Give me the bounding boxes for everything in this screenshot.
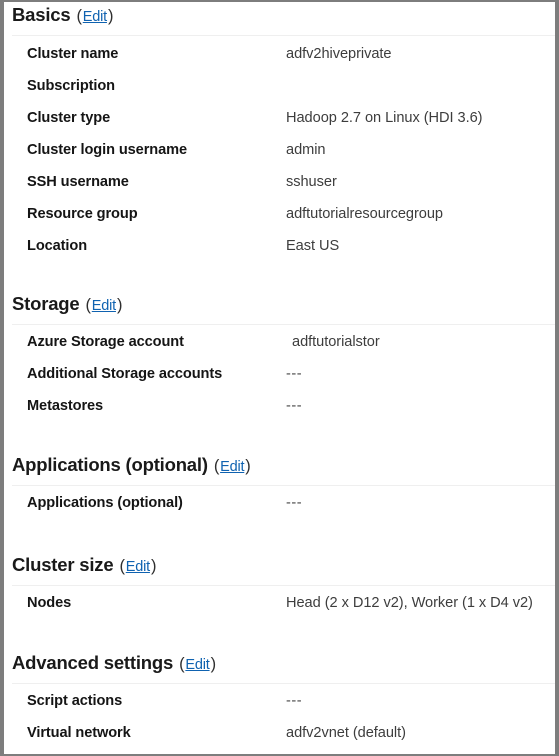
section-divider-applications — [12, 485, 555, 486]
edit-group-storage: (Edit) — [85, 296, 122, 315]
row-value: adfv2hiveprivate — [286, 46, 392, 62]
section-title-applications: Applications (optional) — [12, 454, 208, 475]
table-row: Cluster type Hadoop 2.7 on Linux (HDI 3.… — [4, 110, 555, 142]
section-applications: Applications (optional) (Edit) Applicati… — [4, 454, 555, 527]
close-paren: ) — [107, 7, 114, 25]
row-label: Cluster name — [27, 46, 119, 62]
rows-storage: Azure Storage account adftutorialstor Ad… — [4, 334, 555, 430]
close-paren: ) — [210, 655, 217, 673]
edit-group-basics: (Edit) — [76, 7, 113, 26]
row-label: Script actions — [27, 693, 123, 709]
section-advanced-settings: Advanced settings (Edit) Script actions … — [4, 652, 555, 754]
edit-link-basics[interactable]: Edit — [82, 9, 108, 25]
row-label: Resource group — [27, 206, 138, 222]
section-cluster-size: Cluster size (Edit) Nodes Head (2 x D12 … — [4, 554, 555, 627]
row-value: sshuser — [286, 174, 337, 190]
table-row: Additional Storage accounts --- — [4, 366, 555, 398]
table-row: Virtual network adfv2vnet (default) — [4, 725, 555, 754]
row-value: --- — [286, 366, 303, 382]
row-label: Applications (optional) — [27, 495, 183, 511]
section-storage: Storage (Edit) Azure Storage account adf… — [4, 293, 555, 430]
row-label: SSH username — [27, 174, 129, 190]
section-title-advanced-settings: Advanced settings — [12, 652, 174, 673]
close-paren: ) — [245, 457, 251, 475]
table-row: Resource group adftutorialresourcegroup — [4, 206, 555, 238]
row-value: adftutorialstor — [292, 334, 380, 350]
row-value: Head (2 x D12 v2), Worker (1 x D4 v2) — [286, 595, 533, 611]
row-value: admin — [286, 142, 326, 158]
row-label: Location — [27, 238, 88, 254]
table-row: Applications (optional) --- — [4, 495, 555, 527]
rows-cluster-size: Nodes Head (2 x D12 v2), Worker (1 x D4 … — [4, 595, 555, 627]
section-divider-basics — [12, 35, 555, 36]
rows-applications: Applications (optional) --- — [4, 495, 555, 527]
row-value: Hadoop 2.7 on Linux (HDI 3.6) — [286, 110, 483, 126]
section-divider-cluster-size — [12, 585, 555, 586]
edit-link-storage[interactable]: Edit — [91, 298, 117, 314]
rows-basics: Cluster name adfv2hiveprivate Subscripti… — [4, 46, 555, 270]
row-value: --- — [286, 495, 303, 511]
row-label: Additional Storage accounts — [27, 366, 223, 382]
table-row: Cluster login username admin — [4, 142, 555, 174]
section-header-storage: Storage (Edit) — [4, 293, 555, 315]
row-label: Azure Storage account — [27, 334, 184, 350]
row-label: Metastores — [27, 398, 104, 414]
open-paren: ( — [119, 557, 125, 575]
row-label: Subscription — [27, 78, 115, 94]
section-title-cluster-size: Cluster size — [12, 554, 114, 575]
row-label: Cluster login username — [27, 142, 187, 158]
section-header-basics: Basics (Edit) — [4, 4, 555, 26]
section-header-cluster-size: Cluster size (Edit) — [4, 554, 555, 576]
edit-link-applications[interactable]: Edit — [219, 459, 245, 475]
edit-group-cluster-size: (Edit) — [119, 557, 156, 576]
row-value: --- — [286, 693, 303, 709]
edit-group-applications: (Edit) — [214, 457, 251, 476]
cluster-creation-summary-panel: Basics (Edit) Cluster name adfv2hivepriv… — [0, 0, 559, 756]
open-paren: ( — [76, 7, 82, 25]
table-row: SSH username sshuser — [4, 174, 555, 206]
section-divider-storage — [12, 324, 555, 325]
table-row: Azure Storage account adftutorialstor — [4, 334, 555, 366]
table-row: Cluster name adfv2hiveprivate — [4, 46, 555, 78]
edit-link-advanced-settings[interactable]: Edit — [184, 657, 210, 673]
section-title-storage: Storage — [12, 293, 80, 314]
table-row: Metastores --- — [4, 398, 555, 430]
edit-link-cluster-size[interactable]: Edit — [125, 559, 151, 575]
section-divider-advanced-settings — [12, 683, 555, 684]
table-row: Subscription — [4, 78, 555, 110]
section-title-basics: Basics — [12, 4, 71, 25]
row-label: Nodes — [27, 595, 72, 611]
section-header-advanced-settings: Advanced settings (Edit) — [4, 652, 555, 674]
table-row: Nodes Head (2 x D12 v2), Worker (1 x D4 … — [4, 595, 555, 627]
table-row: Location East US — [4, 238, 555, 270]
table-row: Script actions --- — [4, 693, 555, 725]
section-basics: Basics (Edit) Cluster name adfv2hivepriv… — [4, 4, 555, 270]
row-value: --- — [286, 398, 303, 414]
row-label: Virtual network — [27, 725, 131, 741]
open-paren: ( — [85, 296, 91, 314]
close-paren: ) — [116, 296, 123, 314]
row-value: East US — [286, 238, 340, 254]
rows-advanced-settings: Script actions --- Virtual network adfv2… — [4, 693, 555, 754]
row-label: Cluster type — [27, 110, 111, 126]
edit-group-advanced-settings: (Edit) — [179, 655, 216, 674]
row-value: adfv2vnet (default) — [286, 725, 406, 741]
section-header-applications: Applications (optional) (Edit) — [4, 454, 555, 476]
close-paren: ) — [150, 557, 157, 575]
row-value: adftutorialresourcegroup — [286, 206, 443, 222]
summary-content: Basics (Edit) Cluster name adfv2hivepriv… — [4, 2, 555, 754]
